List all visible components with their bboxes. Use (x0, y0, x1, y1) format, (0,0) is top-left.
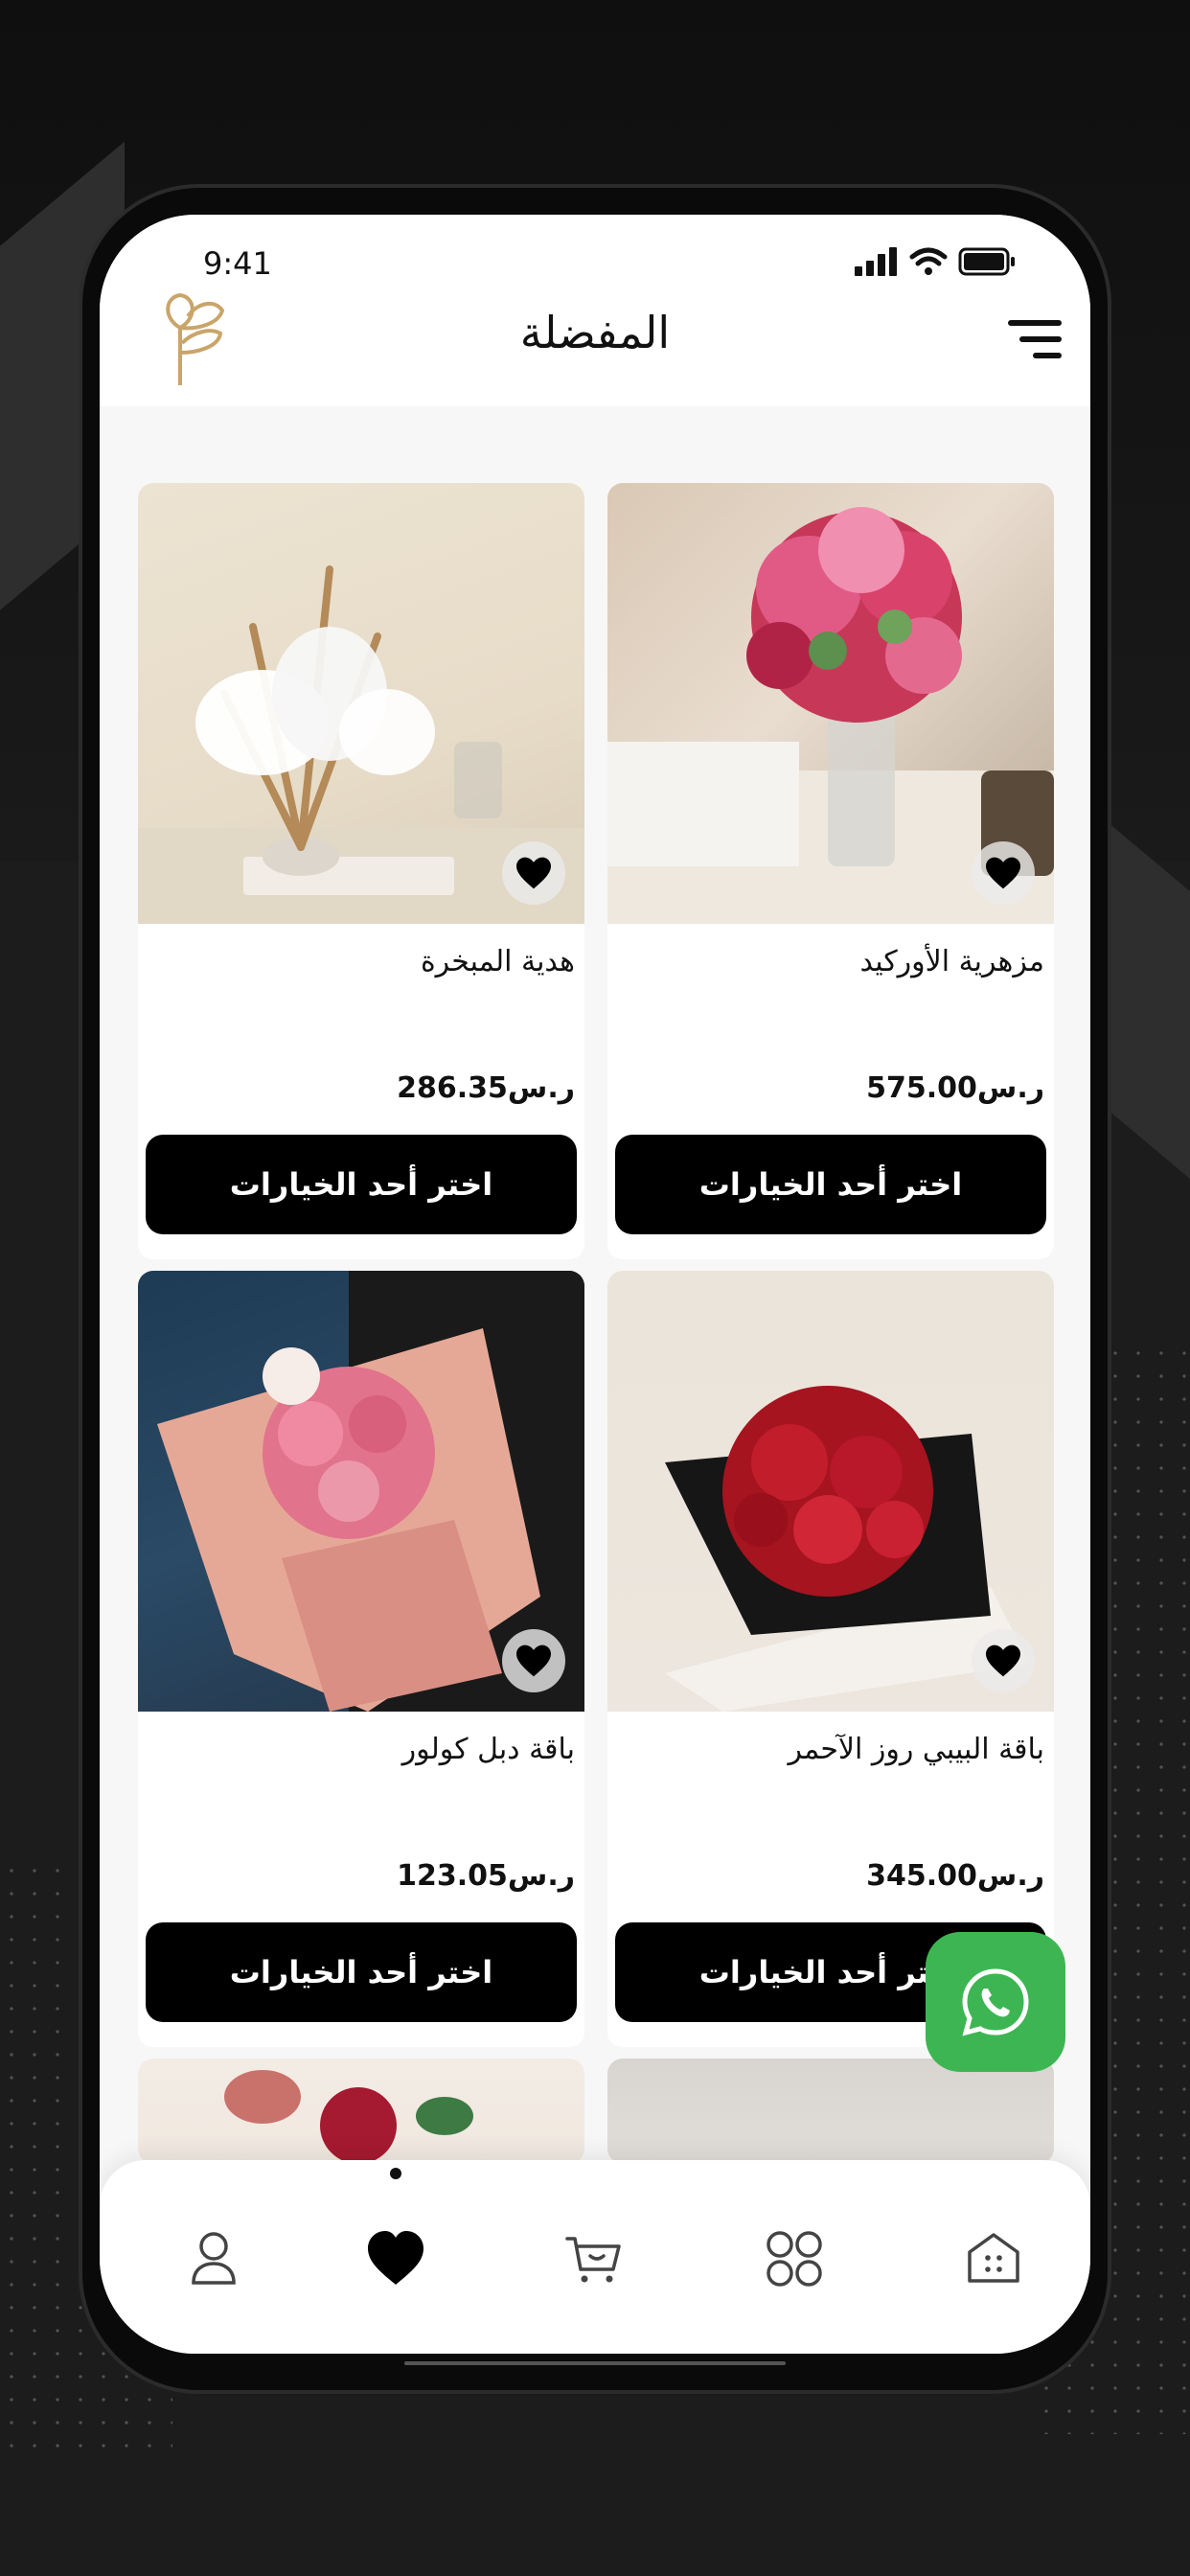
product-card[interactable]: باقة البيبي روز الآحمر 345.00ر.س اختر أح… (607, 1271, 1054, 2047)
categories-icon[interactable] (761, 2225, 828, 2292)
product-name[interactable]: باقة البيبي روز الآحمر (788, 1733, 1044, 1766)
favorites-grid: مزهرية الأوركيد 575.00ر.س اختر أحد الخيا… (100, 406, 1090, 2164)
product-name[interactable]: باقة دبل كولور (402, 1733, 575, 1766)
favorites-icon[interactable] (362, 2225, 429, 2292)
product-image[interactable] (607, 1271, 1054, 1712)
product-image[interactable] (138, 483, 584, 924)
select-options-button[interactable]: اختر أحد الخيارات (146, 1135, 577, 1234)
product-image[interactable] (607, 483, 1054, 924)
product-name[interactable]: هدية المبخرة (421, 945, 575, 978)
product-card[interactable]: هدية المبخرة 286.35ر.س اختر أحد الخيارات (138, 483, 584, 1259)
battery-icon (958, 247, 1015, 276)
product-card[interactable]: باقة دبل كولور 123.05ر.س اختر أحد الخيار… (138, 1271, 584, 2047)
product-card[interactable] (607, 2058, 1054, 2164)
product-card[interactable]: مزهرية الأوركيد 575.00ر.س اختر أحد الخيا… (607, 483, 1054, 1259)
whatsapp-icon (962, 1968, 1029, 2036)
active-indicator (390, 2168, 401, 2179)
product-image[interactable] (138, 1271, 584, 1712)
profile-icon[interactable] (180, 2225, 247, 2292)
status-icons (855, 247, 1015, 276)
favorite-heart-button[interactable] (502, 1629, 565, 1692)
select-options-button[interactable]: اختر أحد الخيارات (615, 1135, 1046, 1234)
product-card[interactable] (138, 2058, 584, 2164)
signal-icon (855, 247, 897, 276)
home-icon[interactable] (960, 2225, 1027, 2292)
page-title: المفضلة (519, 307, 671, 358)
home-indicator (404, 2361, 786, 2365)
heart-icon (516, 857, 551, 889)
status-time: 9:41 (203, 245, 272, 282)
product-price: 345.00ر.س (866, 1859, 1044, 1893)
product-price: 286.35ر.س (397, 1071, 575, 1105)
heart-icon (516, 1644, 551, 1677)
menu-icon[interactable] (1008, 320, 1062, 358)
whatsapp-button[interactable] (926, 1932, 1065, 2072)
heart-icon (986, 857, 1020, 889)
product-name[interactable]: مزهرية الأوركيد (860, 945, 1044, 978)
product-image[interactable] (607, 2058, 1054, 2164)
top-bar: 9:41 المفضلة (100, 215, 1090, 406)
product-price: 575.00ر.س (866, 1071, 1044, 1105)
bottom-navigation (100, 2160, 1090, 2354)
favorite-heart-button[interactable] (972, 841, 1035, 905)
favorite-heart-button[interactable] (972, 1629, 1035, 1692)
select-options-button[interactable]: اختر أحد الخيارات (146, 1922, 577, 2022)
wifi-icon (909, 247, 948, 266)
favorite-heart-button[interactable] (502, 841, 565, 905)
product-price: 123.05ر.س (397, 1859, 575, 1893)
heart-icon (986, 1644, 1020, 1677)
product-image[interactable] (138, 2058, 584, 2164)
cart-icon[interactable] (561, 2225, 629, 2292)
background-shape (1102, 816, 1190, 1234)
